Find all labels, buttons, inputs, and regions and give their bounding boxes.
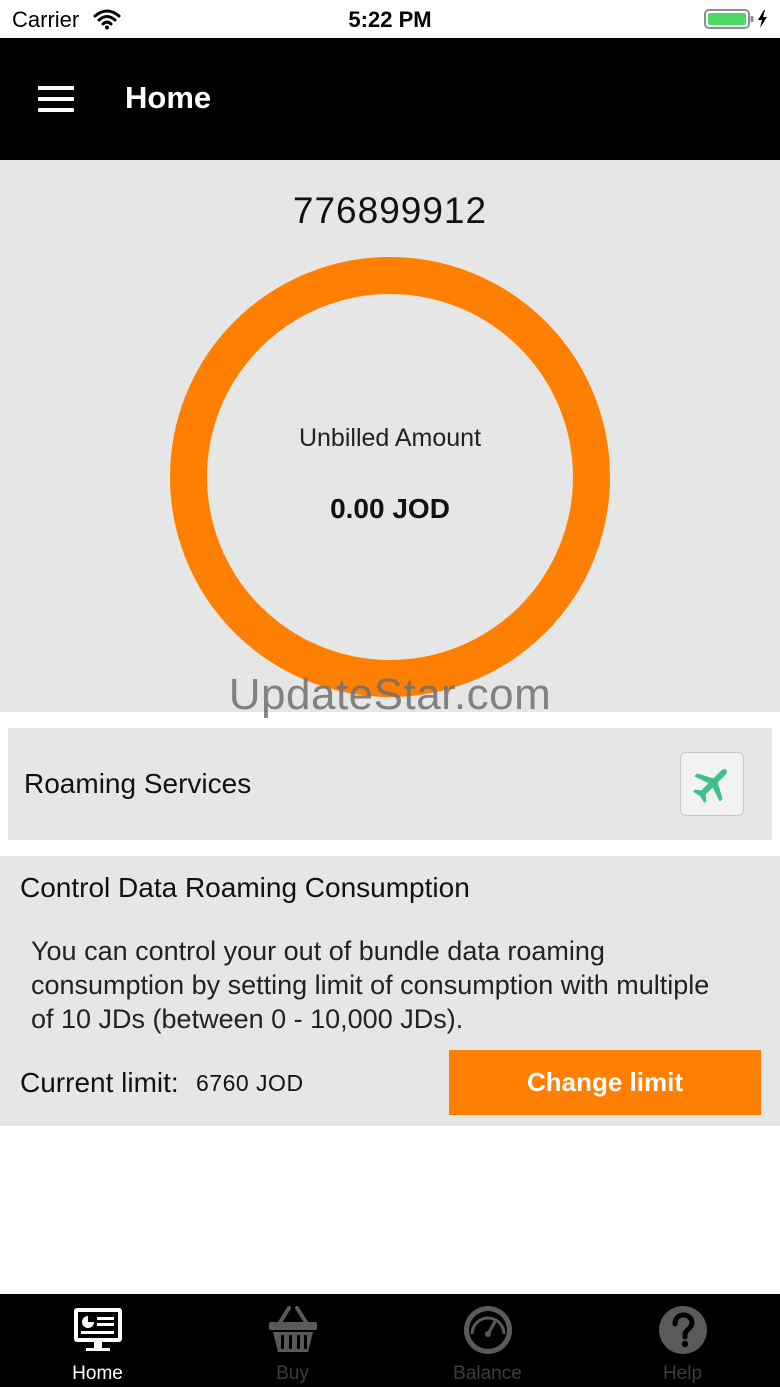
gauge-icon	[464, 1306, 512, 1354]
account-summary-panel: 776899912 Unbilled Amount 0.00 JOD	[0, 160, 780, 712]
section-title: Control Data Roaming Consumption	[20, 872, 470, 903]
roaming-services-label: Roaming Services	[24, 768, 252, 799]
current-limit-value: 6760 JOD	[196, 1070, 304, 1096]
tab-balance[interactable]: Balance	[390, 1294, 585, 1387]
section-description: You can control your out of bundle data …	[31, 936, 710, 1034]
phone-number: 776899912	[292, 190, 488, 231]
current-limit-label: Current limit:	[20, 1067, 179, 1098]
status-time: 5:22 PM	[348, 7, 432, 32]
watermark-text: UpdateStar.com	[228, 670, 552, 719]
roaming-services-card[interactable]: Roaming Services	[8, 728, 772, 840]
airplane-icon	[692, 769, 727, 804]
monitor-icon	[74, 1308, 122, 1351]
tab-label-help: Help	[662, 1363, 703, 1384]
hamburger-menu-icon[interactable]	[38, 86, 74, 114]
tab-label-balance: Balance	[453, 1363, 522, 1384]
bottom-tab-bar: Home Buy Balance Help	[0, 1294, 780, 1387]
data-roaming-control-section: Control Data Roaming Consumption You can…	[0, 856, 780, 1126]
app-header: Home	[0, 38, 780, 160]
tab-help[interactable]: Help	[585, 1294, 780, 1387]
unbilled-amount-ring	[170, 257, 610, 697]
status-bar: Carrier 5:22 PM	[0, 0, 780, 38]
change-limit-button[interactable]: Change limit	[449, 1050, 761, 1115]
battery-icon	[704, 9, 767, 29]
basket-icon	[269, 1306, 317, 1352]
tab-buy[interactable]: Buy	[195, 1294, 390, 1387]
roaming-toggle-button[interactable]	[680, 752, 744, 816]
unbilled-amount-value: 0.00 JOD	[330, 493, 450, 524]
page-title: Home	[125, 80, 212, 115]
unbilled-amount-label: Unbilled Amount	[298, 424, 482, 452]
tab-label-home: Home	[72, 1363, 123, 1384]
tab-home[interactable]: Home	[0, 1294, 195, 1387]
tab-label-buy: Buy	[276, 1363, 309, 1384]
question-icon	[659, 1306, 707, 1354]
